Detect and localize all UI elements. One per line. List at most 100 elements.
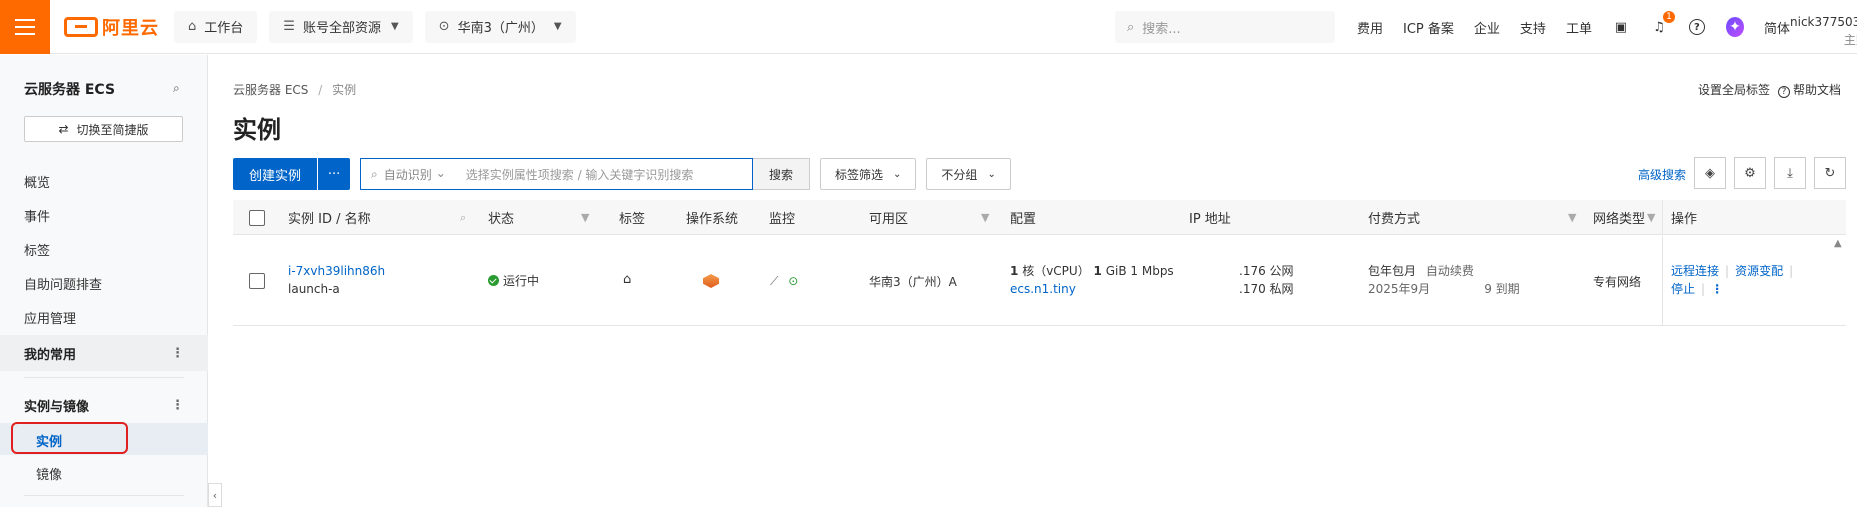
breadcrumb-current: 实例 [332, 83, 357, 97]
collapse-sidebar-icon[interactable]: ‹ [208, 483, 222, 507]
refresh-icon[interactable]: ↻ [1814, 157, 1846, 189]
filter-icon[interactable]: ▼ [1647, 211, 1655, 224]
more-actions-button[interactable]: ··· [318, 158, 351, 190]
tag-filter-label: 标签筛选 [835, 167, 884, 182]
chevron-down-icon: ⌄ [987, 168, 996, 180]
instance-search-input[interactable]: ⌕ 自动识别 ⌄ 选择实例属性项搜索 / 输入关键字识别搜索 [360, 158, 754, 190]
ai-assistant-icon[interactable]: ✦ [1725, 17, 1744, 37]
filter-icon[interactable]: ▼ [1568, 211, 1576, 224]
sidebar-item-troubleshoot[interactable]: 自助问题排查 [24, 274, 102, 293]
switch-label: 切换至简捷版 [76, 122, 149, 137]
shield-check-icon[interactable]: ⊙ [788, 274, 798, 288]
create-instance-button[interactable]: 创建实例 [233, 158, 318, 190]
more-vertical-icon[interactable]: ⋮ [171, 346, 184, 361]
status-text: 运行中 [503, 274, 540, 288]
sidebar-item-apps[interactable]: 应用管理 [24, 308, 76, 327]
col-zone: 可用区 [869, 212, 909, 227]
chart-icon[interactable]: ⟋ [770, 274, 778, 288]
auto-renew: 自动续费 [1425, 264, 1474, 278]
user-menu[interactable]: nick3775034 主账 [1790, 13, 1857, 49]
scroll-up-icon[interactable]: ▲ [1834, 238, 1842, 249]
top-links: 费用 ICP 备案 企业 支持 工单 ▣ ♫ 1 ? ✦ 简体 [1357, 0, 1790, 54]
global-search-input[interactable]: ⌕ 搜索... [1115, 11, 1335, 43]
resize-link[interactable]: 资源变配 [1735, 264, 1783, 278]
language-switch[interactable]: 简体 [1764, 18, 1790, 37]
logo-text: 阿里云 [102, 17, 159, 39]
search-button[interactable]: 搜索 [753, 158, 811, 190]
instance-type-link[interactable]: ecs.n1.tiny [1010, 280, 1174, 298]
region-select[interactable]: ⊙ 华南3（广州） ▼ [424, 10, 576, 43]
link-ticket[interactable]: 工单 [1566, 18, 1592, 37]
search-type-label: 自动识别 [383, 167, 432, 182]
highlight-box [11, 422, 128, 454]
sidebar-divider [24, 495, 184, 496]
search-icon[interactable]: ⌕ [460, 211, 466, 225]
config-spec: 1 核（vCPU） 1 GiB 1 Mbps [1010, 262, 1174, 280]
table-row: i-7xvh39lihn86h launch-a 运行中 ⌂ ⟋ ⊙ 华南3（广… [233, 236, 1846, 326]
advanced-search-link[interactable]: 高级搜索 [1638, 166, 1686, 183]
workbench-button[interactable]: ⌂ 工作台 [174, 10, 258, 43]
gear-icon[interactable]: ⚙ [1734, 157, 1766, 189]
sidebar-item-tags[interactable]: 标签 [24, 240, 50, 259]
public-ip: .176 公网 [1239, 264, 1294, 278]
sidebar-item-images[interactable]: 镜像 [36, 464, 62, 483]
stop-link[interactable]: 停止 [1671, 282, 1695, 296]
tag-icon[interactable]: ⌂ [623, 271, 631, 289]
cpu-count: 1 [1010, 264, 1019, 278]
remote-connect-link[interactable]: 远程连接 [1671, 264, 1719, 278]
breadcrumb-root[interactable]: 云服务器 ECS [233, 83, 308, 97]
chevron-down-icon: ▼ [553, 21, 562, 32]
help-icon[interactable]: ? [1688, 18, 1706, 36]
terminal-icon[interactable]: ▣ [1612, 18, 1630, 36]
tag-filter-select[interactable]: 标签筛选 ⌄ [820, 158, 917, 190]
ops-separator: | [1789, 264, 1794, 278]
col-monitor: 监控 [769, 212, 796, 227]
filter-icon[interactable]: ▼ [981, 211, 989, 224]
more-vertical-icon[interactable]: ⋮ [171, 398, 184, 413]
sidebar-search-icon[interactable]: ⌕ [173, 81, 180, 96]
sidebar-group-instances[interactable]: 实例与镜像 ⋮ [0, 387, 208, 423]
group-select[interactable]: 不分组 ⌄ [926, 158, 1011, 190]
help-doc-link[interactable]: ? 帮助文档 [1778, 81, 1841, 98]
download-icon[interactable]: ⤓ [1774, 157, 1806, 189]
global-search-placeholder: 搜索... [1142, 21, 1181, 37]
help-doc-label: 帮助文档 [1793, 83, 1842, 97]
sidebar-group-favorites[interactable]: 我的常用 ⋮ [0, 335, 208, 371]
billing-type: 包年包月 [1368, 264, 1417, 278]
search-icon: ⌕ [371, 166, 378, 181]
sidebar-item-instances[interactable]: 实例 [36, 431, 62, 450]
sidebar-divider [24, 377, 184, 378]
col-status: 状态 [488, 212, 515, 227]
link-enterprise[interactable]: 企业 [1474, 18, 1500, 37]
network-type: 专有网络 [1593, 275, 1642, 289]
home-icon: ⌂ [188, 19, 197, 34]
link-support[interactable]: 支持 [1520, 18, 1546, 37]
global-tags-link[interactable]: 设置全局标签 [1698, 81, 1770, 98]
cpu-unit: 核（vCPU） [1022, 264, 1090, 278]
switch-simple-mode-button[interactable]: ⇄ 切换至简捷版 [24, 116, 183, 142]
col-ops: 操作 [1662, 200, 1846, 235]
breadcrumb: 云服务器 ECS / 实例 [233, 81, 356, 98]
menu-icon[interactable] [0, 0, 50, 54]
sidebar-item-events[interactable]: 事件 [24, 206, 50, 225]
col-config: 配置 [1010, 212, 1037, 227]
row-checkbox[interactable] [249, 273, 265, 289]
layers-icon[interactable]: ◈ [1694, 157, 1726, 189]
instances-group-label: 实例与镜像 [24, 399, 90, 415]
table-header: 实例 ID / 名称 ⌕ 状态 ▼ 标签 操作系统 监控 可用区 ▼ 配置 IP… [233, 200, 1846, 235]
instance-id-link[interactable]: i-7xvh39lihn86h [288, 262, 385, 280]
logo[interactable]: 阿里云 [64, 14, 162, 40]
help-icon: ? [1778, 86, 1791, 98]
search-type-select[interactable]: 自动识别 ⌄ [384, 166, 456, 183]
filter-icon[interactable]: ▼ [581, 211, 589, 224]
sidebar-item-overview[interactable]: 概览 [24, 172, 50, 191]
logo-mark-icon [64, 16, 98, 37]
resource-group-select[interactable]: ☰ 账号全部资源 ▼ [269, 10, 413, 43]
bell-icon[interactable]: ♫ 1 [1650, 11, 1675, 36]
list-icon: ☰ [283, 19, 295, 34]
more-vertical-icon[interactable]: ⋮ [1711, 282, 1723, 296]
select-all-checkbox[interactable] [249, 209, 265, 226]
link-icp[interactable]: ICP 备案 [1403, 18, 1454, 37]
user-role: 主账 [1843, 33, 1857, 47]
link-billing[interactable]: 费用 [1357, 18, 1383, 37]
